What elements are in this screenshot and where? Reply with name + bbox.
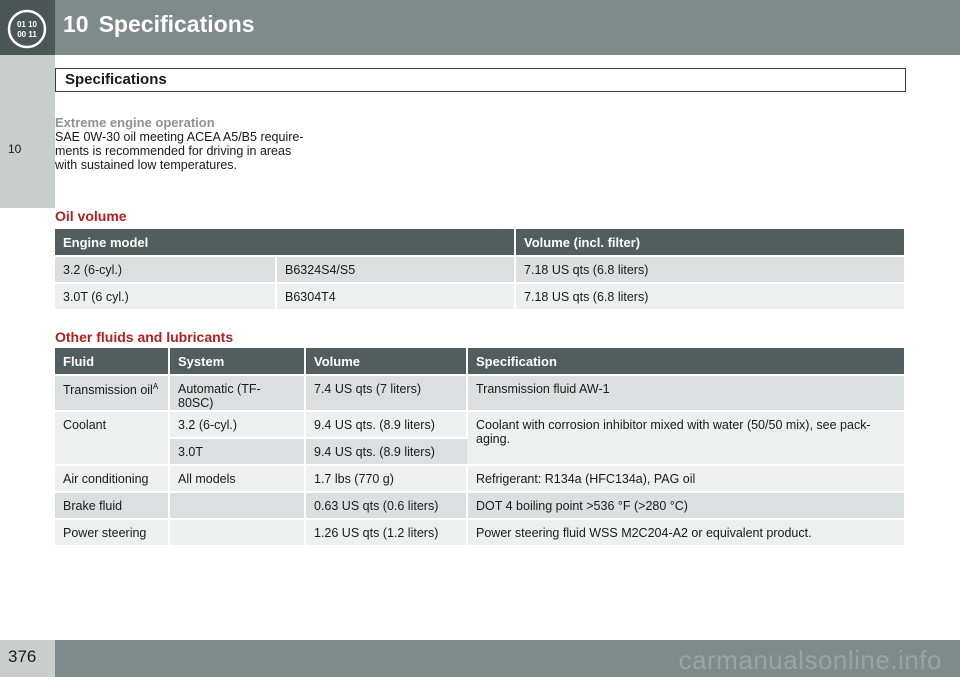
table-cell: Refrigerant: R134a (HFC134a), PAG oil bbox=[467, 464, 904, 492]
table-row: 3.2 (6-cyl.) B6324S4/S5 7.18 US qts (6.8… bbox=[55, 255, 905, 283]
section-title-bar: Specifications bbox=[55, 68, 906, 92]
chapter-title: Specifications bbox=[98, 11, 255, 37]
table-cell bbox=[169, 518, 306, 545]
column-header-fluid: Fluid bbox=[55, 348, 170, 375]
chapter-title-block: 10 Specifications bbox=[63, 11, 265, 38]
intro-heading: Extreme engine operation bbox=[55, 115, 215, 130]
table-cell: 3.2 (6-cyl.) bbox=[169, 410, 306, 438]
table-cell: 0.63 US qts (0.6 liters) bbox=[305, 491, 468, 519]
table-cell: Transmission fluid AW-1 bbox=[467, 374, 904, 411]
table-cell: Automatic (TF-80SC) bbox=[169, 374, 306, 411]
table-cell: Brake fluid bbox=[55, 491, 170, 519]
fluids-table: Fluid System Volume Specification Transm… bbox=[55, 348, 904, 545]
intro-line: ments is recommended for driving in area… bbox=[55, 144, 292, 158]
table-cell: Coolant bbox=[55, 410, 170, 465]
column-header-volume: Volume bbox=[305, 348, 468, 375]
table-row: Transmission oilA Automatic (TF-80SC) 7.… bbox=[55, 374, 904, 411]
side-tab-label: 10 bbox=[8, 142, 22, 156]
intro-line: with sustained low temperatures. bbox=[55, 158, 238, 172]
table-cell: 7.18 US qts (6.8 liters) bbox=[515, 282, 905, 309]
intro-text: SAE 0W-30 oil meeting ACEA A5/B5 require… bbox=[55, 130, 345, 172]
table-cell: B6324S4/S5 bbox=[276, 255, 517, 283]
table-row: 3.0T (6 cyl.) B6304T4 7.18 US qts (6.8 l… bbox=[55, 282, 905, 309]
fluids-heading: Other fluids and lubricants bbox=[55, 329, 234, 345]
section-title: Specifications bbox=[65, 71, 167, 88]
table-cell: Transmission oilA bbox=[55, 374, 170, 411]
table-cell: Power steering bbox=[55, 518, 170, 545]
icon-text-top: 01 10 bbox=[17, 20, 38, 29]
icon-text-bottom: 00 11 bbox=[17, 30, 37, 39]
table-cell: 3.2 (6-cyl.) bbox=[55, 255, 277, 283]
column-header-system: System bbox=[169, 348, 306, 375]
table-row: Brake fluid 0.63 US qts (0.6 liters) DOT… bbox=[55, 491, 904, 519]
table-header-row: Fluid System Volume Specification bbox=[55, 348, 904, 375]
table-row: Coolant 3.2 (6-cyl.) 9.4 US qts. (8.9 li… bbox=[55, 410, 904, 465]
table-cell: B6304T4 bbox=[276, 282, 517, 309]
oil-volume-heading: Oil volume bbox=[55, 208, 127, 224]
table-cell: All models bbox=[169, 464, 306, 492]
table-cell: 7.18 US qts (6.8 liters) bbox=[515, 255, 905, 283]
table-cell: 1.7 lbs (770 g) bbox=[305, 464, 468, 492]
column-header-engine-model: Engine model bbox=[55, 229, 517, 256]
table-cell: 3.0T bbox=[169, 437, 306, 465]
table-cell: 7.4 US qts (7 liters) bbox=[305, 374, 468, 411]
fluid-name: Transmission oil bbox=[63, 383, 153, 398]
table-cell: 9.4 US qts. (8.9 liters) bbox=[305, 410, 468, 438]
page-number: 376 bbox=[8, 647, 37, 666]
table-cell: Power steering fluid WSS M2C204-A2 or eq… bbox=[467, 518, 904, 545]
table-cell bbox=[169, 491, 306, 519]
table-cell: Coolant with corrosion inhibitor mixed w… bbox=[467, 410, 904, 465]
table-cell: 9.4 US qts. (8.9 liters) bbox=[305, 437, 467, 465]
table-cell: Air conditioning bbox=[55, 464, 170, 492]
odometer-icon: 01 10 00 11 bbox=[7, 9, 47, 49]
chapter-icon-box: 01 10 00 11 bbox=[0, 0, 55, 55]
oil-volume-table: Engine model Volume (incl. filter) 3.2 (… bbox=[55, 229, 905, 309]
table-row: Power steering 1.26 US qts (1.2 liters) … bbox=[55, 518, 904, 545]
chapter-number: 10 bbox=[63, 11, 89, 37]
column-header-volume: Volume (incl. filter) bbox=[515, 229, 905, 256]
intro-line: SAE 0W-30 oil meeting ACEA A5/B5 require… bbox=[55, 130, 304, 144]
watermark: carmanualsonline.info bbox=[678, 645, 942, 675]
column-header-specification: Specification bbox=[467, 348, 904, 375]
table-header-row: Engine model Volume (incl. filter) bbox=[55, 229, 905, 256]
table-row: Air conditioning All models 1.7 lbs (770… bbox=[55, 464, 904, 492]
table-cell: 1.26 US qts (1.2 liters) bbox=[305, 518, 468, 545]
table-cell: DOT 4 boiling point >536 °F (>280 °C) bbox=[467, 491, 904, 519]
table-cell: 3.0T (6 cyl.) bbox=[55, 282, 277, 309]
chapter-side-tab bbox=[0, 55, 55, 208]
footnote-marker: A bbox=[152, 382, 159, 391]
